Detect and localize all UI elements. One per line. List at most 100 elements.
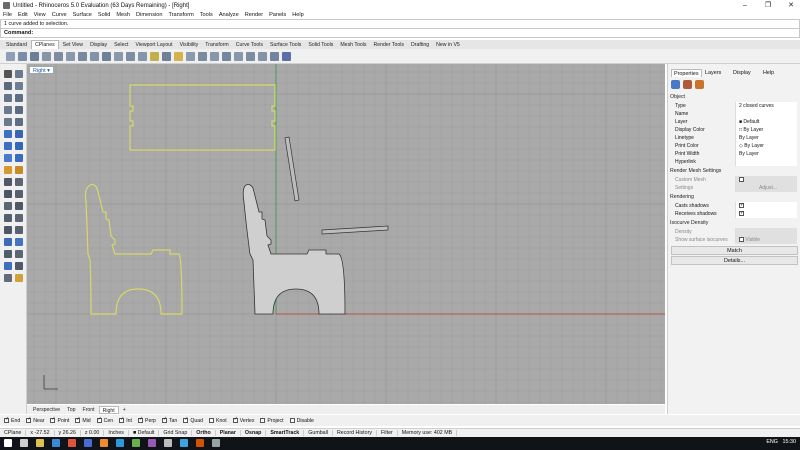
cplane-rotate-icon[interactable] xyxy=(54,52,63,61)
explode-icon[interactable] xyxy=(15,166,23,174)
tab-display[interactable]: Display xyxy=(731,69,753,77)
prop-display-color-select[interactable]: □ By Layer xyxy=(735,126,797,134)
mesh-icon[interactable] xyxy=(4,154,12,162)
vtab-top[interactable]: Top xyxy=(64,406,78,414)
osnap-perp[interactable]: Perp xyxy=(137,416,156,424)
osnap-checkbox[interactable] xyxy=(209,418,215,423)
mirror-icon[interactable] xyxy=(4,226,12,234)
cplane-perp-icon[interactable] xyxy=(246,52,255,61)
match-button[interactable]: Match xyxy=(671,246,798,255)
cplane-curve-icon[interactable] xyxy=(78,52,87,61)
tab-select[interactable]: Select xyxy=(111,41,131,49)
menu-analyze[interactable]: Analyze xyxy=(219,12,239,18)
status-cplane[interactable]: CPlane xyxy=(0,430,27,436)
cplane-icon[interactable] xyxy=(6,52,15,61)
tab-render-tools[interactable]: Render Tools xyxy=(371,41,407,49)
status-layer[interactable]: ■ Default xyxy=(129,430,160,436)
menu-view[interactable]: View xyxy=(34,12,46,18)
tab-standard[interactable]: Standard xyxy=(3,41,30,49)
record-history-toggle[interactable]: Record History xyxy=(333,430,378,436)
viewport-title[interactable]: Right ▾ xyxy=(29,66,54,74)
osnap-checkbox[interactable] xyxy=(260,418,266,423)
selected-seat-curve[interactable] xyxy=(129,84,276,151)
edge-icon[interactable] xyxy=(52,439,60,447)
tab-mesh-tools[interactable]: Mesh Tools xyxy=(337,41,369,49)
osnap-end[interactable]: End xyxy=(4,416,20,424)
density-field[interactable] xyxy=(735,228,797,236)
osnap-quad[interactable]: Quad xyxy=(183,416,203,424)
rotate-icon[interactable] xyxy=(4,214,12,222)
material-icon[interactable] xyxy=(683,80,692,89)
tab-set-view[interactable]: Set View xyxy=(60,41,86,49)
prop-hyperlink-field[interactable] xyxy=(735,158,797,166)
osnap-knot[interactable]: Knot xyxy=(209,418,227,424)
rectangle-icon[interactable] xyxy=(15,106,23,114)
visible-checkbox[interactable] xyxy=(739,237,744,243)
prop-layer-select[interactable]: ■ Default xyxy=(735,118,797,126)
status-units[interactable]: Inches xyxy=(104,430,129,436)
cplane-3point-icon[interactable] xyxy=(42,52,51,61)
rhino-taskbar-icon[interactable] xyxy=(164,439,172,447)
tab-solid-tools[interactable]: Solid Tools xyxy=(305,41,336,49)
box-icon[interactable] xyxy=(4,142,12,150)
cplane-right-icon[interactable] xyxy=(198,52,207,61)
gumball-icon[interactable] xyxy=(4,166,12,174)
close-icon[interactable]: ✕ xyxy=(780,0,800,11)
cplane-world-icon[interactable] xyxy=(114,52,123,61)
ellipse-icon[interactable] xyxy=(4,118,12,126)
text-icon[interactable] xyxy=(15,238,23,246)
tab-properties[interactable]: Properties xyxy=(671,69,702,77)
osnap-checkbox[interactable] xyxy=(232,416,238,423)
menu-transform[interactable]: Transform xyxy=(168,12,193,18)
gumball-toggle[interactable]: Gumball xyxy=(304,430,333,436)
osnap-tan[interactable]: Tan xyxy=(161,416,177,424)
osnap-vertex[interactable]: Vertex xyxy=(232,416,254,424)
menu-file[interactable]: File xyxy=(3,12,12,18)
osnap-checkbox[interactable] xyxy=(161,416,167,423)
viewport-right[interactable] xyxy=(27,64,665,404)
cplane-redo-icon[interactable] xyxy=(138,52,147,61)
osnap-checkbox[interactable] xyxy=(137,416,143,423)
search-icon[interactable] xyxy=(20,439,28,447)
app-icon-4[interactable] xyxy=(132,439,140,447)
tab-surface-tools[interactable]: Surface Tools xyxy=(267,41,304,49)
tab-visibility[interactable]: Visibility xyxy=(177,41,202,49)
object-properties-icon[interactable] xyxy=(671,80,680,89)
curve-icon[interactable] xyxy=(15,82,23,90)
osnap-checkbox[interactable] xyxy=(119,416,124,423)
language-indicator[interactable]: ENG xyxy=(766,439,778,445)
arc-icon[interactable] xyxy=(15,94,23,102)
tab-viewport-layout[interactable]: Viewport Layout xyxy=(133,41,176,49)
copy-icon[interactable] xyxy=(15,202,23,210)
named-cplanes-icon[interactable] xyxy=(150,52,159,61)
grid-snap-toggle[interactable]: Grid Snap xyxy=(159,430,193,436)
seat-slat[interactable] xyxy=(321,225,389,235)
file-explorer-icon[interactable] xyxy=(36,439,44,447)
app-icon-1[interactable] xyxy=(84,439,92,447)
osnap-checkbox[interactable] xyxy=(289,418,295,423)
details-button[interactable]: Details... xyxy=(671,256,798,265)
prop-print-width-select[interactable]: By Layer xyxy=(735,150,797,158)
cplane-origin-icon[interactable] xyxy=(30,52,39,61)
osnap-point[interactable]: Point xyxy=(50,416,69,424)
command-prompt[interactable]: Command: xyxy=(0,29,800,38)
extrude-icon[interactable] xyxy=(15,130,23,138)
app-icon-3[interactable] xyxy=(116,439,124,447)
receives-shadows-checkbox[interactable] xyxy=(739,209,744,217)
osnap-checkbox[interactable] xyxy=(26,416,31,423)
osnap-toggle[interactable]: Osnap xyxy=(241,430,267,436)
prop-print-color-select[interactable]: ◇ By Layer xyxy=(735,142,797,150)
polygon-icon[interactable] xyxy=(4,106,12,114)
osnap-near[interactable]: Near xyxy=(26,416,44,424)
cplane-object-icon[interactable] xyxy=(66,52,75,61)
surface-icon[interactable] xyxy=(4,130,12,138)
add-viewport-icon[interactable]: + xyxy=(120,406,129,414)
menu-surface[interactable]: Surface xyxy=(73,12,92,18)
select-icon[interactable] xyxy=(4,70,12,78)
filter-toggle[interactable]: Filter xyxy=(377,430,398,436)
osnap-checkbox[interactable] xyxy=(50,416,56,423)
app-icon-5[interactable] xyxy=(148,439,156,447)
vtab-perspective[interactable]: Perspective xyxy=(30,406,63,414)
polyline-icon[interactable] xyxy=(4,82,12,90)
boolean-icon[interactable] xyxy=(15,154,23,162)
